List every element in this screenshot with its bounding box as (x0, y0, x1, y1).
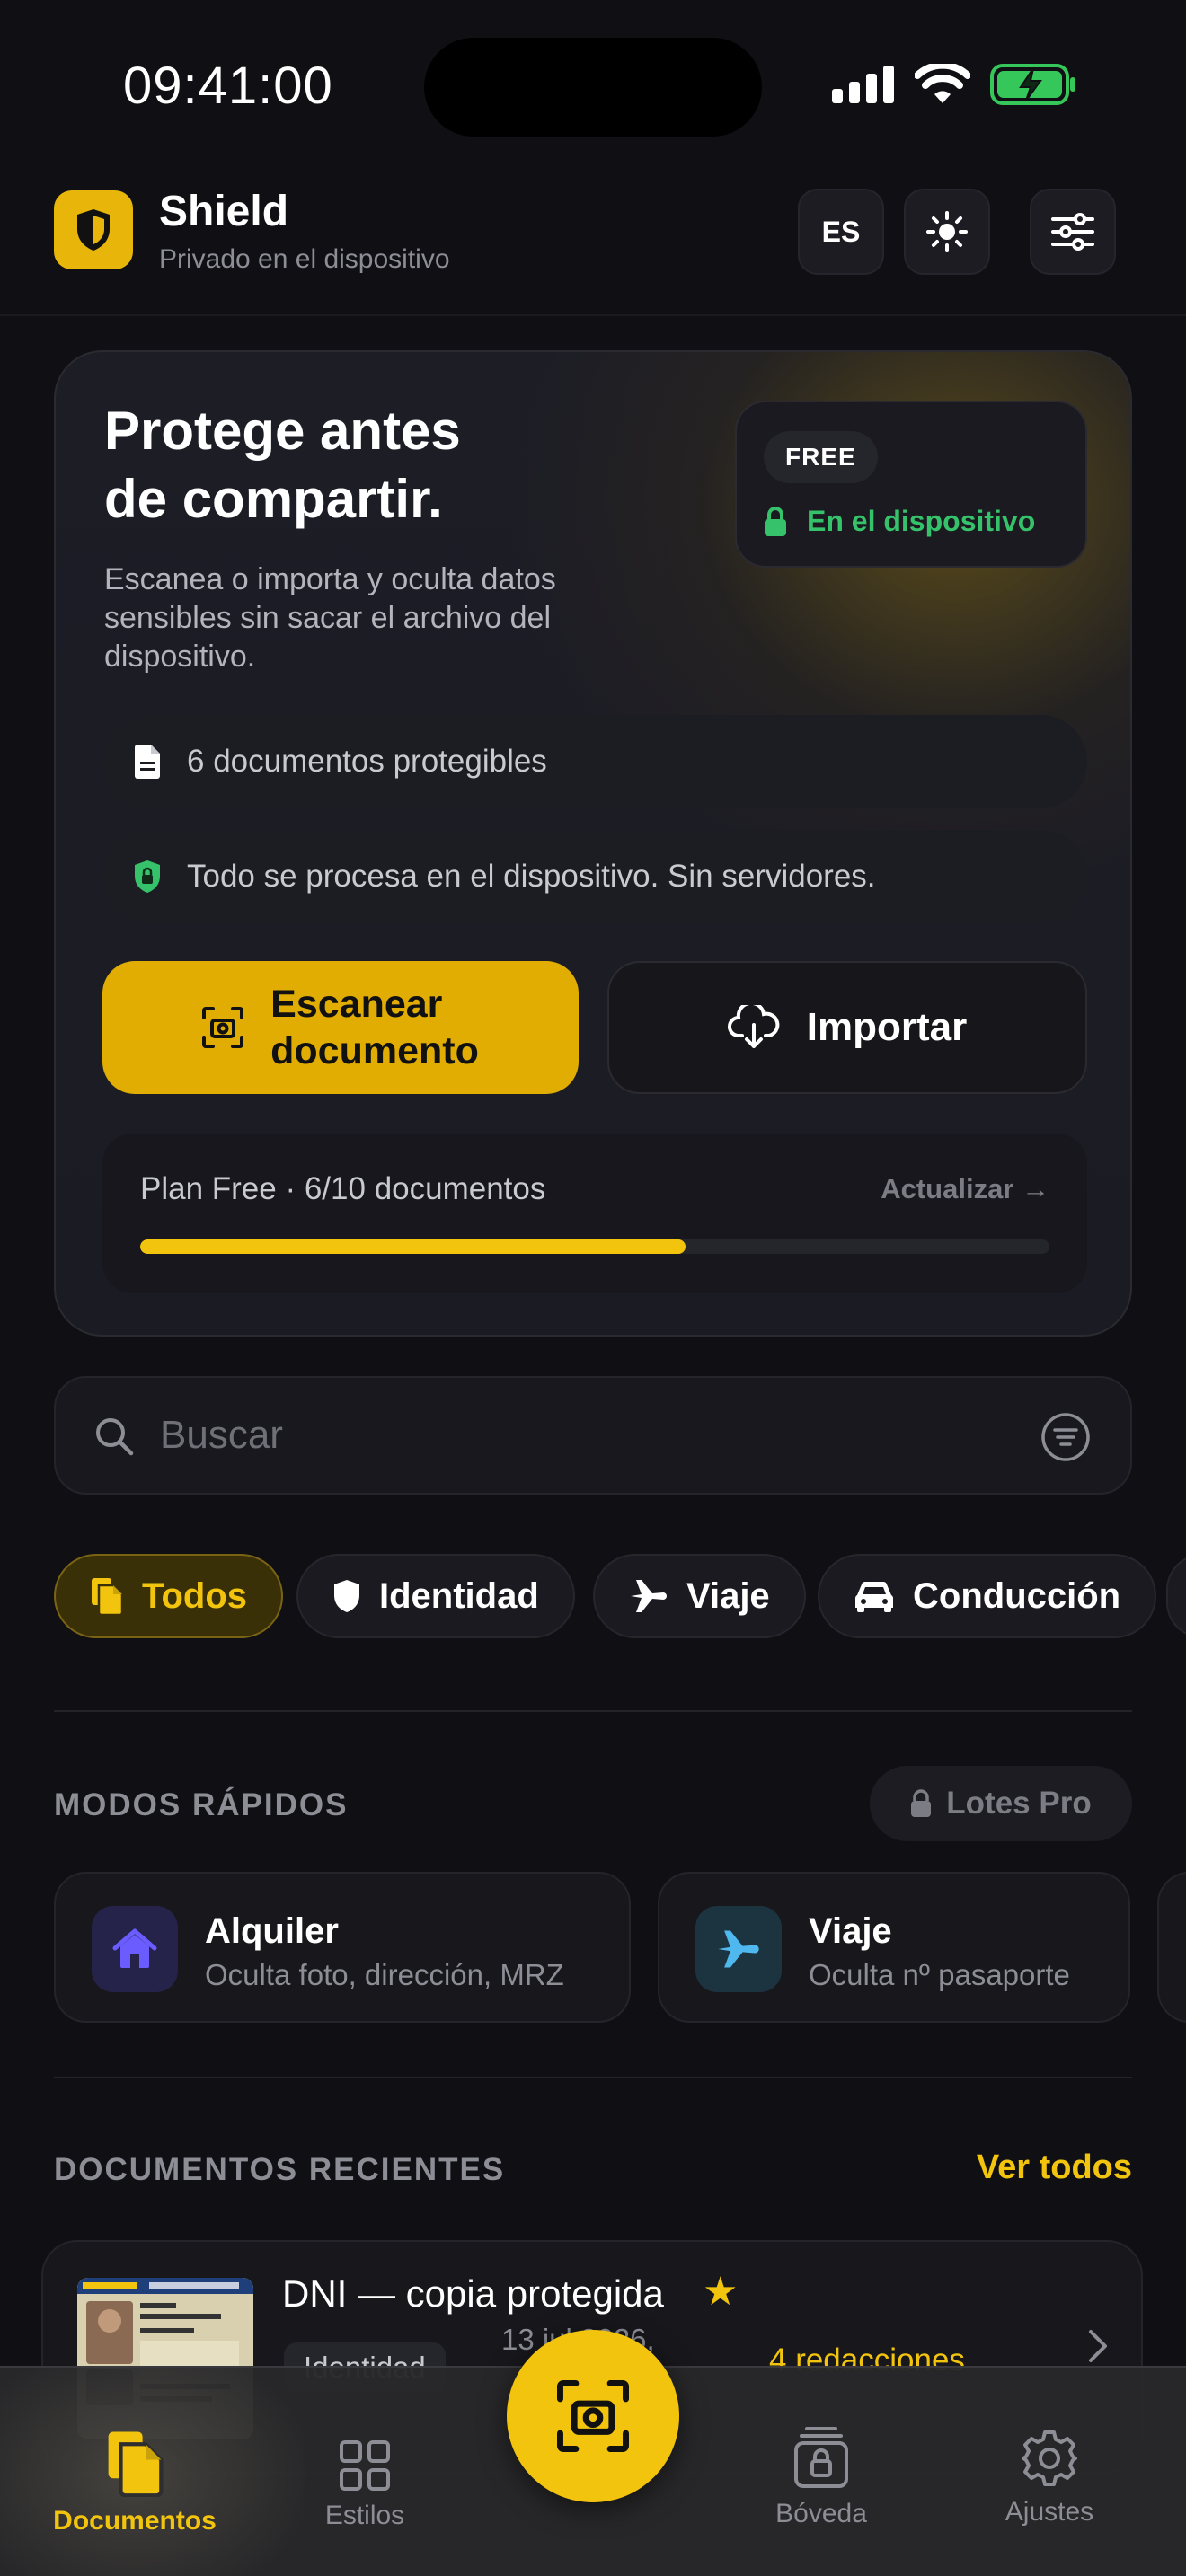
plan-usage-box: Plan Free · 6/10 documentos Actualizar → (102, 1134, 1087, 1293)
header-divider (0, 314, 1186, 316)
settings-sliders-button[interactable] (1030, 189, 1116, 275)
mode-subtitle: Oculta foto, dirección, MRZ (205, 1958, 564, 1991)
filter-chip-label: Viaje (686, 1575, 770, 1616)
filter-chip-viaje[interactable]: Viaje (593, 1554, 806, 1638)
hero-description: Escanea o importa y oculta datos sensibl… (104, 562, 556, 674)
shield-icon (77, 209, 110, 251)
tab-ajustes[interactable]: Ajustes (942, 2368, 1157, 2576)
plan-usage-text: Plan Free · 6/10 documentos (140, 1171, 546, 1206)
star-icon[interactable]: ★ (703, 2269, 738, 2315)
quick-mode-alquiler[interactable]: Alquiler Oculta foto, dirección, MRZ (54, 1872, 631, 2023)
search-bar (54, 1376, 1132, 1495)
documents-icon (108, 2431, 164, 2497)
language-button[interactable]: ES (798, 189, 884, 275)
quick-mode-more[interactable] (1157, 1872, 1186, 2023)
gear-icon (1022, 2430, 1077, 2486)
protectable-docs-label: 6 documentos protegibles (187, 744, 547, 779)
status-icons (832, 63, 1076, 106)
app-subtitle: Privado en el dispositivo (159, 244, 450, 274)
tab-label: Bóveda (775, 2499, 867, 2528)
filter-chip-identidad[interactable]: Identidad (296, 1554, 575, 1638)
document-icon (135, 745, 160, 779)
tab-label: Estilos (324, 2501, 405, 2530)
camera-scan-icon (557, 2380, 629, 2452)
shield-icon (334, 1580, 359, 1612)
mode-title: Viaje (809, 1911, 892, 1951)
camera-scan-icon (202, 1007, 244, 1048)
car-icon (855, 1581, 893, 1612)
filter-chip-conduccion[interactable]: Conducción (818, 1554, 1157, 1638)
battery-charging-icon (990, 64, 1075, 105)
upgrade-link[interactable]: Actualizar → (881, 1173, 1049, 1205)
privacy-note-label: Todo se procesa en el dispositivo. Sin s… (187, 859, 876, 894)
status-time: 09:41:00 (123, 57, 333, 115)
batch-pro-button[interactable]: Lotes Pro (870, 1766, 1132, 1841)
mode-subtitle: Oculta nº pasaporte (809, 1958, 1070, 1991)
protectable-docs-row: 6 documentos protegibles (102, 715, 1087, 808)
plan-badge: FREE (764, 431, 878, 483)
mode-icon-bg (695, 1906, 782, 1992)
doc-title: DNI — copia protegida (282, 2272, 664, 2315)
hero-title-line1: Protege antes (104, 401, 461, 461)
filter-chip-label: Conducción (913, 1575, 1121, 1616)
filter-chip-more[interactable] (1166, 1554, 1186, 1638)
on-device-label: En el dispositivo (807, 505, 1036, 537)
privacy-note-row: Todo se procesa en el dispositivo. Sin s… (102, 830, 1087, 923)
theme-toggle-button[interactable] (904, 189, 990, 275)
app-logo (54, 190, 133, 269)
language-label: ES (821, 215, 861, 248)
quick-mode-viaje[interactable]: Viaje Oculta nº pasaporte (658, 1872, 1130, 2023)
wifi-icon (915, 64, 970, 103)
chevron-right-icon (1089, 2330, 1107, 2362)
dynamic-island (424, 38, 762, 137)
tab-boveda[interactable]: Bóveda (713, 2368, 929, 2576)
section-divider (54, 1710, 1132, 1712)
import-button[interactable]: Importar (607, 961, 1087, 1094)
hero-card: Protege antes de compartir. Escanea o im… (54, 350, 1132, 1337)
tab-label: Ajustes (1005, 2497, 1094, 2527)
filter-chip-label: Identidad (379, 1575, 539, 1616)
scan-document-button[interactable]: Escanear documento (102, 961, 579, 1094)
lock-icon (765, 506, 786, 536)
plan-progress-fill (140, 1239, 686, 1254)
batch-pro-label: Lotes Pro (946, 1786, 1092, 1821)
plane-icon (631, 1580, 667, 1612)
plan-status-box: FREE En el dispositivo (735, 401, 1087, 568)
scan-fab-button[interactable] (507, 2330, 679, 2502)
on-device-status: En el dispositivo (764, 505, 1035, 538)
documents-icon (92, 1578, 124, 1616)
sliders-icon (1051, 213, 1094, 251)
house-icon (112, 1928, 157, 1968)
grid-icon (340, 2440, 390, 2491)
filter-chip-label: Todos (142, 1575, 248, 1616)
section-divider (54, 2077, 1132, 2078)
lock-icon (911, 1789, 932, 1817)
search-icon (96, 1418, 134, 1456)
tab-estilos[interactable]: Estilos (257, 2368, 473, 2576)
sun-icon (926, 211, 968, 252)
plane-icon (718, 1930, 759, 1968)
app-title: Shield (159, 188, 289, 235)
vault-icon (794, 2427, 848, 2488)
cloud-download-icon (727, 1005, 780, 1048)
see-all-link[interactable]: Ver todos (977, 2148, 1132, 2187)
signal-icon (832, 66, 894, 103)
import-label: Importar (806, 1005, 968, 1049)
recent-docs-heading: DOCUMENTOS RECIENTES (54, 2152, 506, 2187)
plan-progress-track (140, 1239, 1049, 1254)
mode-title: Alquiler (205, 1911, 339, 1951)
tab-label: Documentos (53, 2506, 217, 2536)
filter-chip-todos[interactable]: Todos (54, 1554, 284, 1638)
tab-documentos[interactable]: Documentos (27, 2368, 243, 2576)
hero-title-line2: de compartir. (104, 469, 443, 529)
quick-modes-heading: MODOS RÁPIDOS (54, 1787, 349, 1822)
shield-lock-icon (135, 860, 160, 893)
hero-title: Protege antes de compartir. (104, 397, 607, 534)
search-input[interactable] (160, 1378, 969, 1493)
mode-icon-bg (92, 1906, 178, 1992)
filter-icon[interactable] (1040, 1412, 1091, 1462)
scan-document-label: Escanear documento (270, 983, 479, 1072)
